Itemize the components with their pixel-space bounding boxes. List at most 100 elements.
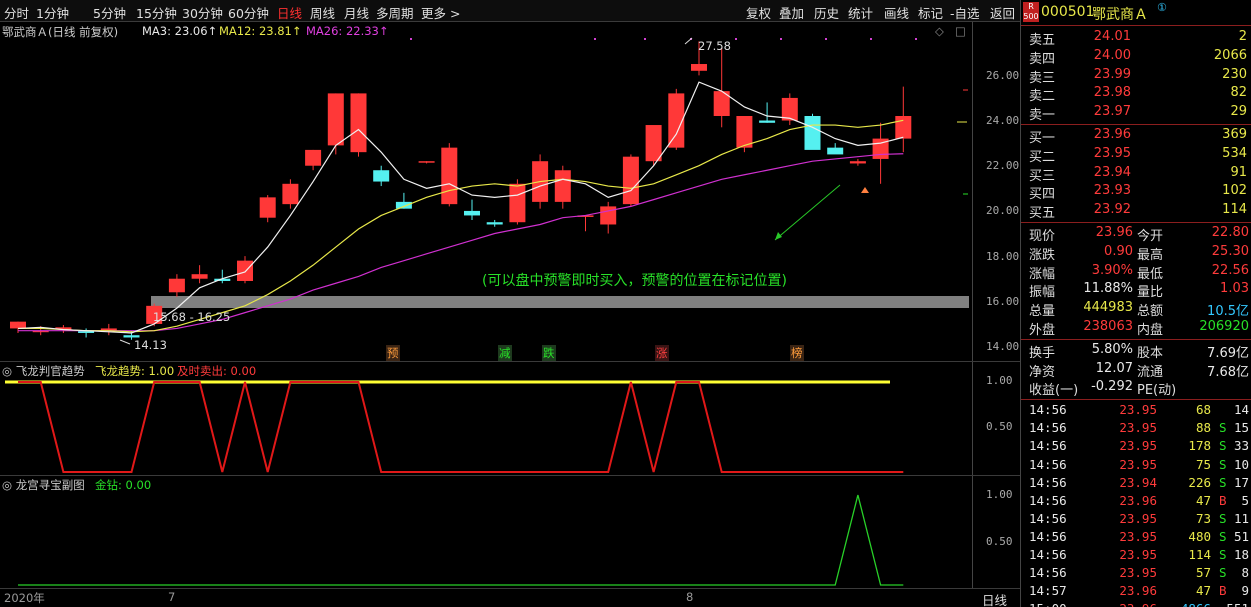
period-label[interactable]: 日线 xyxy=(982,590,1007,607)
tick-time: 14:56 xyxy=(1029,565,1067,581)
info-icon[interactable]: ① xyxy=(1157,1,1167,14)
tick-volume: 178 xyxy=(1188,438,1211,454)
tick-volume: 75 xyxy=(1195,456,1211,472)
tool-watchlist[interactable]: -自选 xyxy=(950,3,980,22)
ask-row[interactable]: 卖一 23.97 29 xyxy=(1021,104,1251,123)
tick-count: 9 xyxy=(1241,583,1249,599)
bid-label: 买一 xyxy=(1029,131,1056,146)
stock-code: 000501 xyxy=(1041,4,1095,20)
marker-jian[interactable]: 减 xyxy=(498,345,512,361)
tick-row: 14:56 23.95 114 S 18 xyxy=(1021,547,1251,565)
candle-body xyxy=(486,222,503,225)
marker-die[interactable]: 跌 xyxy=(542,345,556,361)
ask-label: 卖二 xyxy=(1029,89,1056,105)
bid-price: 23.96 xyxy=(1093,127,1131,142)
tick-count: 11 xyxy=(1233,510,1249,526)
tick-count: 33 xyxy=(1233,438,1249,454)
bid-price: 23.93 xyxy=(1093,183,1131,199)
candle-body xyxy=(441,147,458,205)
tick-volume: 114 xyxy=(1188,547,1211,562)
x-label-year: 2020年 xyxy=(4,591,45,605)
tab-60min[interactable]: 60分钟 xyxy=(228,3,269,22)
tool-history[interactable]: 历史 xyxy=(814,3,839,22)
tab-more[interactable]: 更多 > xyxy=(421,3,460,22)
bid-price: 23.92 xyxy=(1093,202,1131,218)
stat-label: 涨幅 xyxy=(1029,266,1056,282)
marker-bang[interactable]: 榜 xyxy=(790,345,804,361)
stat-label: 流通 xyxy=(1137,364,1164,380)
stat-row: 涨幅 3.90% 最低 22.56 xyxy=(1021,262,1251,282)
ask-price: 24.01 xyxy=(1093,29,1131,44)
tick-row: 14:56 23.95 57 S 8 xyxy=(1021,565,1251,583)
ask-volume: 82 xyxy=(1230,85,1247,101)
tick-volume: 73 xyxy=(1195,510,1211,526)
ask-volume: 2066 xyxy=(1213,47,1247,63)
bid-row[interactable]: 买三 23.94 91 xyxy=(1021,165,1251,184)
stat-value: 444983 xyxy=(1083,300,1133,316)
tab-30min[interactable]: 30分钟 xyxy=(182,3,223,22)
tick-volume: 68 xyxy=(1195,402,1211,418)
stat-value: 22.80 xyxy=(1211,225,1249,240)
tick-count: 5 xyxy=(1241,492,1249,508)
stat-row: 总量 444983 总额 10.5亿 xyxy=(1021,300,1251,319)
candle-body xyxy=(464,210,480,216)
stat-value: 3.90% xyxy=(1091,262,1133,278)
bid-row[interactable]: 买二 23.95 534 xyxy=(1021,146,1251,165)
tool-mark[interactable]: 标记 xyxy=(918,3,943,22)
tick-row: 14:56 23.95 68 14 xyxy=(1021,402,1251,420)
tool-stats[interactable]: 统计 xyxy=(848,3,873,22)
r-badge-icon: R 500 xyxy=(1023,2,1039,22)
tick-time: 14:57 xyxy=(1029,583,1067,599)
marker-yu[interactable]: 预 xyxy=(386,345,400,361)
tab-multi-period[interactable]: 多周期 xyxy=(376,3,414,22)
tab-weekly[interactable]: 周线 xyxy=(310,3,335,22)
tab-intraday[interactable]: 分时 xyxy=(4,3,29,22)
ytick: 18.00 xyxy=(986,250,1020,263)
top-dot xyxy=(870,38,872,40)
tool-draw[interactable]: 画线 xyxy=(884,3,909,22)
range-label: 15.68 - 16.25 xyxy=(153,310,231,324)
ind2-title: ◎ 龙宫寻宝副图 xyxy=(2,478,85,492)
stat-label: 涨跌 xyxy=(1029,247,1056,263)
tick-volume: 88 xyxy=(1195,420,1211,436)
bid-row[interactable]: 买五 23.92 114 xyxy=(1021,202,1251,221)
ask-row[interactable]: 卖四 24.00 2066 xyxy=(1021,47,1251,67)
tab-5min[interactable]: 5分钟 xyxy=(93,3,126,22)
tab-daily[interactable]: 日线 xyxy=(277,3,302,22)
period-toolbar: 分时 1分钟 5分钟 15分钟 30分钟 60分钟 日线 周线 月线 多周期 更… xyxy=(0,0,1020,22)
tick-volume: 4866 xyxy=(1159,601,1211,607)
ytick: 1.00 xyxy=(986,374,1013,387)
stat-row: 换手 5.80% 股本 7.69亿 xyxy=(1021,342,1251,361)
diamond-icon[interactable]: ◇ xyxy=(935,24,944,38)
bid-row[interactable]: 买四 23.93 102 xyxy=(1021,183,1251,202)
tick-price: 23.96 xyxy=(1119,492,1157,508)
tick-time: 14:56 xyxy=(1029,438,1067,454)
high-label: 27.58 xyxy=(698,39,731,53)
tick-volume: 480 xyxy=(1188,528,1211,544)
stat-label: 外盘 xyxy=(1029,323,1056,338)
ask-row[interactable]: 卖三 23.99 230 xyxy=(1021,67,1251,86)
tab-15min[interactable]: 15分钟 xyxy=(136,3,177,22)
candle-body xyxy=(168,278,185,293)
range-band xyxy=(151,296,969,308)
bid-row[interactable]: 买一 23.96 369 xyxy=(1021,127,1251,146)
tool-back[interactable]: 返回 xyxy=(990,3,1015,22)
candle-body xyxy=(554,170,571,202)
stat-row: 净资 12.07 流通 7.68亿 xyxy=(1021,360,1251,380)
bid-label: 买三 xyxy=(1029,168,1056,184)
close-icon[interactable]: □ xyxy=(955,24,966,38)
ask-price: 23.97 xyxy=(1093,104,1131,120)
tab-1min[interactable]: 1分钟 xyxy=(36,3,69,22)
stat-value: 12.07 xyxy=(1095,360,1133,376)
tick-price: 23.95 xyxy=(1119,510,1157,526)
candle-body xyxy=(509,183,526,223)
ask-row[interactable]: 卖五 24.01 2 xyxy=(1021,29,1251,48)
tab-monthly[interactable]: 月线 xyxy=(344,3,369,22)
ask-row[interactable]: 卖二 23.98 82 xyxy=(1021,85,1251,105)
low-pointer xyxy=(119,339,131,345)
tick-price: 23.95 xyxy=(1119,402,1157,418)
tick-price: 23.95 xyxy=(1119,456,1157,472)
marker-zhang[interactable]: 涨 xyxy=(655,345,669,361)
tool-overlay[interactable]: 叠加 xyxy=(779,3,804,22)
tool-adjust[interactable]: 复权 xyxy=(746,3,771,22)
